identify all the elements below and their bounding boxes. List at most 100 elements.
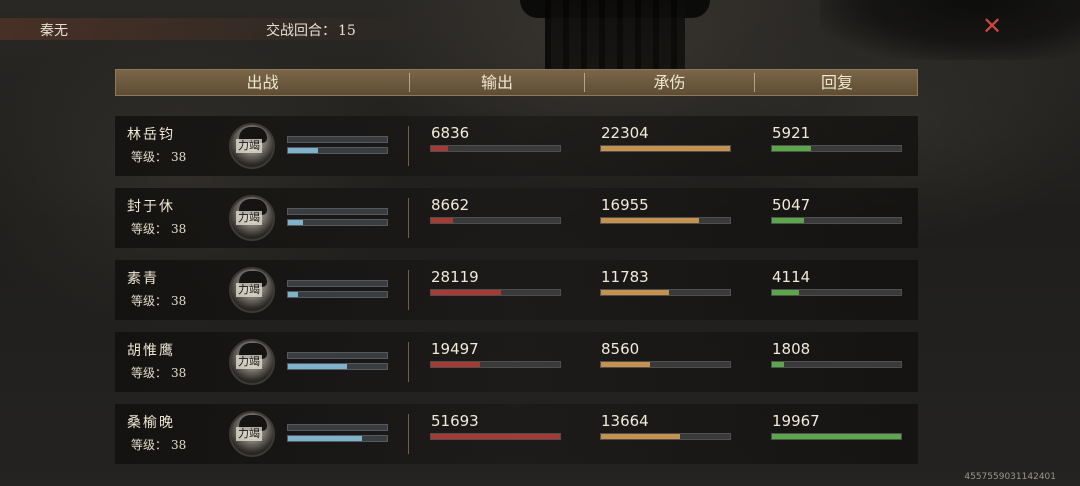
fighter-row: 素青 等级： 38 力竭 28119 11783 4114 xyxy=(115,260,918,320)
taken-fill xyxy=(601,218,700,223)
energy-fill xyxy=(288,220,303,225)
taken-bar xyxy=(600,289,731,296)
exhausted-tag: 力竭 xyxy=(236,139,262,153)
fighter-energy-bar xyxy=(287,219,388,226)
fighter-level: 等级： 38 xyxy=(127,220,186,237)
level-label: 等级： xyxy=(131,294,168,308)
fighter-avatar[interactable]: 力竭 xyxy=(229,267,275,313)
heal-fill xyxy=(772,218,805,223)
header-output: 输出 xyxy=(480,73,513,92)
fighter-energy-bar xyxy=(287,363,388,370)
level-label: 等级： xyxy=(131,222,168,236)
output-bar xyxy=(430,433,561,440)
fighter-level: 等级： 38 xyxy=(127,292,186,309)
fighter-row: 林岳钧 等级： 38 力竭 6836 22304 5921 xyxy=(115,116,918,176)
fighter-name: 桑榆晚 xyxy=(127,415,175,431)
level-label: 等级： xyxy=(131,366,168,380)
close-icon[interactable]: ✕ xyxy=(980,14,1004,38)
heal-bar xyxy=(771,217,902,224)
fighter-hp-bar xyxy=(287,280,388,287)
output-bar xyxy=(430,217,561,224)
level-value: 38 xyxy=(171,222,187,236)
header-fighter: 出战 xyxy=(246,73,279,92)
heal-fill xyxy=(772,290,800,295)
output-value: 51693 xyxy=(431,412,479,430)
heal-value: 4114 xyxy=(772,268,811,286)
heal-bar xyxy=(771,289,902,296)
fighter-name: 封于休 xyxy=(127,199,175,215)
fighter-energy-bar xyxy=(287,291,388,298)
taken-value: 16955 xyxy=(601,196,649,214)
heal-bar xyxy=(771,145,902,152)
taken-value: 22304 xyxy=(601,124,649,142)
output-bar xyxy=(430,361,561,368)
fighter-name: 素青 xyxy=(127,271,159,287)
output-value: 19497 xyxy=(431,340,479,358)
taken-bar xyxy=(600,145,731,152)
round-label: 交战回合： xyxy=(266,23,336,39)
taken-fill xyxy=(601,146,730,151)
output-fill xyxy=(431,290,501,295)
output-fill xyxy=(431,434,560,439)
fighter-hp-bar xyxy=(287,352,388,359)
row-divider xyxy=(408,270,409,310)
stats-header: 出战 输出 承伤 回复 xyxy=(115,69,918,96)
fighter-avatar[interactable]: 力竭 xyxy=(229,123,275,169)
level-value: 38 xyxy=(171,366,187,380)
output-fill xyxy=(431,146,448,151)
footer-id: 4557559031142401 xyxy=(964,472,1056,482)
fighter-row: 封于休 等级： 38 力竭 8662 16955 5047 xyxy=(115,188,918,248)
fighter-name: 林岳钧 xyxy=(127,127,175,143)
fighter-row: 桑榆晚 等级： 38 力竭 51693 13664 19967 xyxy=(115,404,918,464)
heal-value: 1808 xyxy=(772,340,811,358)
taken-value: 11783 xyxy=(601,268,649,286)
heal-fill xyxy=(772,146,811,151)
fighter-avatar[interactable]: 力竭 xyxy=(229,339,275,385)
taken-value: 13664 xyxy=(601,412,649,430)
exhausted-tag: 力竭 xyxy=(236,283,262,297)
heal-value: 5047 xyxy=(772,196,811,214)
fighter-hp-bar xyxy=(287,136,388,143)
taken-bar xyxy=(600,361,731,368)
level-label: 等级： xyxy=(131,150,168,164)
taken-fill xyxy=(601,290,670,295)
output-fill xyxy=(431,218,453,223)
level-value: 38 xyxy=(171,294,187,308)
fighter-level: 等级： 38 xyxy=(127,436,186,453)
taken-fill xyxy=(601,362,651,367)
row-divider xyxy=(408,342,409,382)
fighter-energy-bar xyxy=(287,435,388,442)
header-heal: 回复 xyxy=(820,73,853,92)
output-bar xyxy=(430,145,561,152)
output-bar xyxy=(430,289,561,296)
energy-fill xyxy=(288,148,318,153)
level-value: 38 xyxy=(171,438,187,452)
output-value: 6836 xyxy=(431,124,470,142)
fighter-avatar[interactable]: 力竭 xyxy=(229,411,275,457)
exhausted-tag: 力竭 xyxy=(236,355,262,369)
fighter-energy-bar xyxy=(287,147,388,154)
round-value: 15 xyxy=(338,23,356,39)
energy-fill xyxy=(288,292,298,297)
player-name: 秦无 xyxy=(40,23,68,39)
taken-bar xyxy=(600,433,731,440)
output-fill xyxy=(431,362,481,367)
fighter-avatar[interactable]: 力竭 xyxy=(229,195,275,241)
taken-value: 8560 xyxy=(601,340,640,358)
row-divider xyxy=(408,126,409,166)
round-counter: 交战回合： 15 xyxy=(264,20,356,40)
heal-fill xyxy=(772,362,784,367)
heal-fill xyxy=(772,434,901,439)
fighter-row: 胡惟鹰 等级： 38 力竭 19497 8560 1808 xyxy=(115,332,918,392)
row-divider xyxy=(408,414,409,454)
heal-bar xyxy=(771,361,902,368)
level-label: 等级： xyxy=(131,438,168,452)
output-value: 8662 xyxy=(431,196,470,214)
energy-fill xyxy=(288,364,348,369)
fighter-level: 等级： 38 xyxy=(127,364,186,381)
fighter-hp-bar xyxy=(287,424,388,431)
taken-fill xyxy=(601,434,680,439)
heal-value: 5921 xyxy=(772,124,811,142)
row-divider xyxy=(408,198,409,238)
fighter-level: 等级： 38 xyxy=(127,148,186,165)
